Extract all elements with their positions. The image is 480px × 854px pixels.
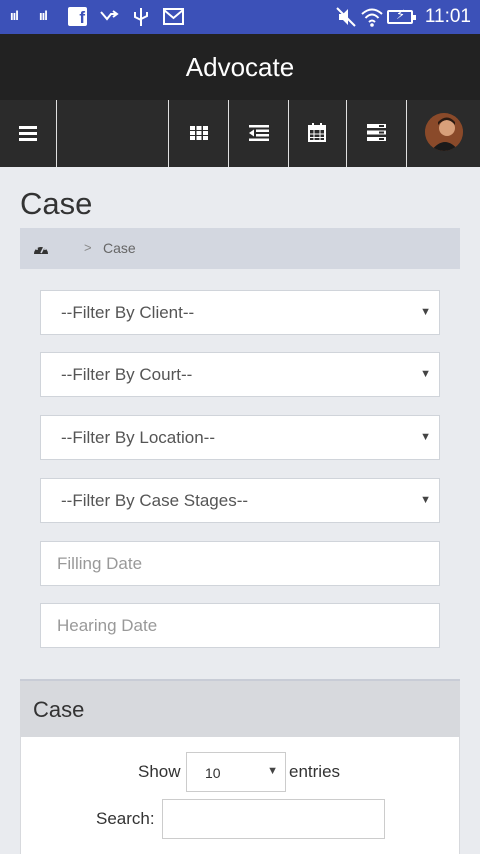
chevron-down-icon: ▼ [420,494,431,506]
breadcrumb-separator: > [84,240,92,255]
breadcrumb: > Case [20,228,460,269]
clock: 11:01 [424,6,471,27]
entries-value: 10 [205,765,221,781]
panel-title: Case [33,697,85,722]
hearing-date-input[interactable]: Hearing Date [40,603,440,648]
usb-icon [134,8,148,26]
calendar-button[interactable] [289,100,347,167]
filter-client-label: --Filter By Client-- [61,303,195,322]
search-label: Search: [96,809,155,828]
breadcrumb-current: Case [103,240,136,256]
page-title: Case [20,186,93,221]
toolbar [0,100,480,167]
filter-court-label: --Filter By Court-- [61,365,193,384]
filter-client-select[interactable]: --Filter By Client-- ▼ [40,290,440,335]
filter-location-label: --Filter By Location-- [61,428,215,447]
toolbar-spacer [57,100,169,167]
tasks-button[interactable] [347,100,407,167]
chevron-down-icon: ▼ [267,765,278,777]
user-avatar[interactable] [425,113,463,151]
signal-icon-2: ııl [39,8,48,23]
list-icon [367,124,386,141]
missed-call-icon [100,10,119,21]
search-input[interactable] [162,799,385,839]
filter-case-stages-label: --Filter By Case Stages-- [61,491,249,510]
filter-court-select[interactable]: --Filter By Court-- ▼ [40,352,440,397]
dashboard-button[interactable] [169,100,229,167]
panel-header: Case [20,679,460,737]
chevron-down-icon: ▼ [420,306,431,318]
chevron-down-icon: ▼ [420,431,431,443]
filling-date-input[interactable]: Filling Date [40,541,440,586]
battery-charging-icon: ⚡ [387,7,416,24]
indent-icon [249,125,269,141]
menu-button[interactable] [0,100,57,167]
mute-icon [336,7,356,27]
menu-icon [19,126,37,141]
chevron-down-icon: ▼ [420,368,431,380]
dashboard-icon[interactable] [33,241,49,255]
filter-case-stages-select[interactable]: --Filter By Case Stages-- ▼ [40,478,440,523]
filter-location-select[interactable]: --Filter By Location-- ▼ [40,415,440,460]
wifi-icon [361,8,383,27]
entries-per-page-select[interactable]: 10 ▼ [186,752,286,792]
gmail-icon [163,8,184,25]
grid-icon [190,126,208,140]
entries-label: entries [289,762,341,781]
calendar-icon [308,123,326,142]
show-label: Show [138,762,181,781]
avatar-photo [425,113,463,151]
case-panel: Case Show 10 ▼ entries Search: [20,679,460,854]
cases-button[interactable] [229,100,289,167]
hearing-date-placeholder: Hearing Date [57,616,158,635]
app-title: Advocate [0,34,480,100]
panel-body: Show 10 ▼ entries Search: [20,737,460,854]
facebook-icon: f [68,7,87,27]
signal-icon: ııl [10,8,19,23]
filling-date-placeholder: Filling Date [57,554,143,573]
status-bar: ııl ııl f ⚡ 11:01 [0,0,480,34]
